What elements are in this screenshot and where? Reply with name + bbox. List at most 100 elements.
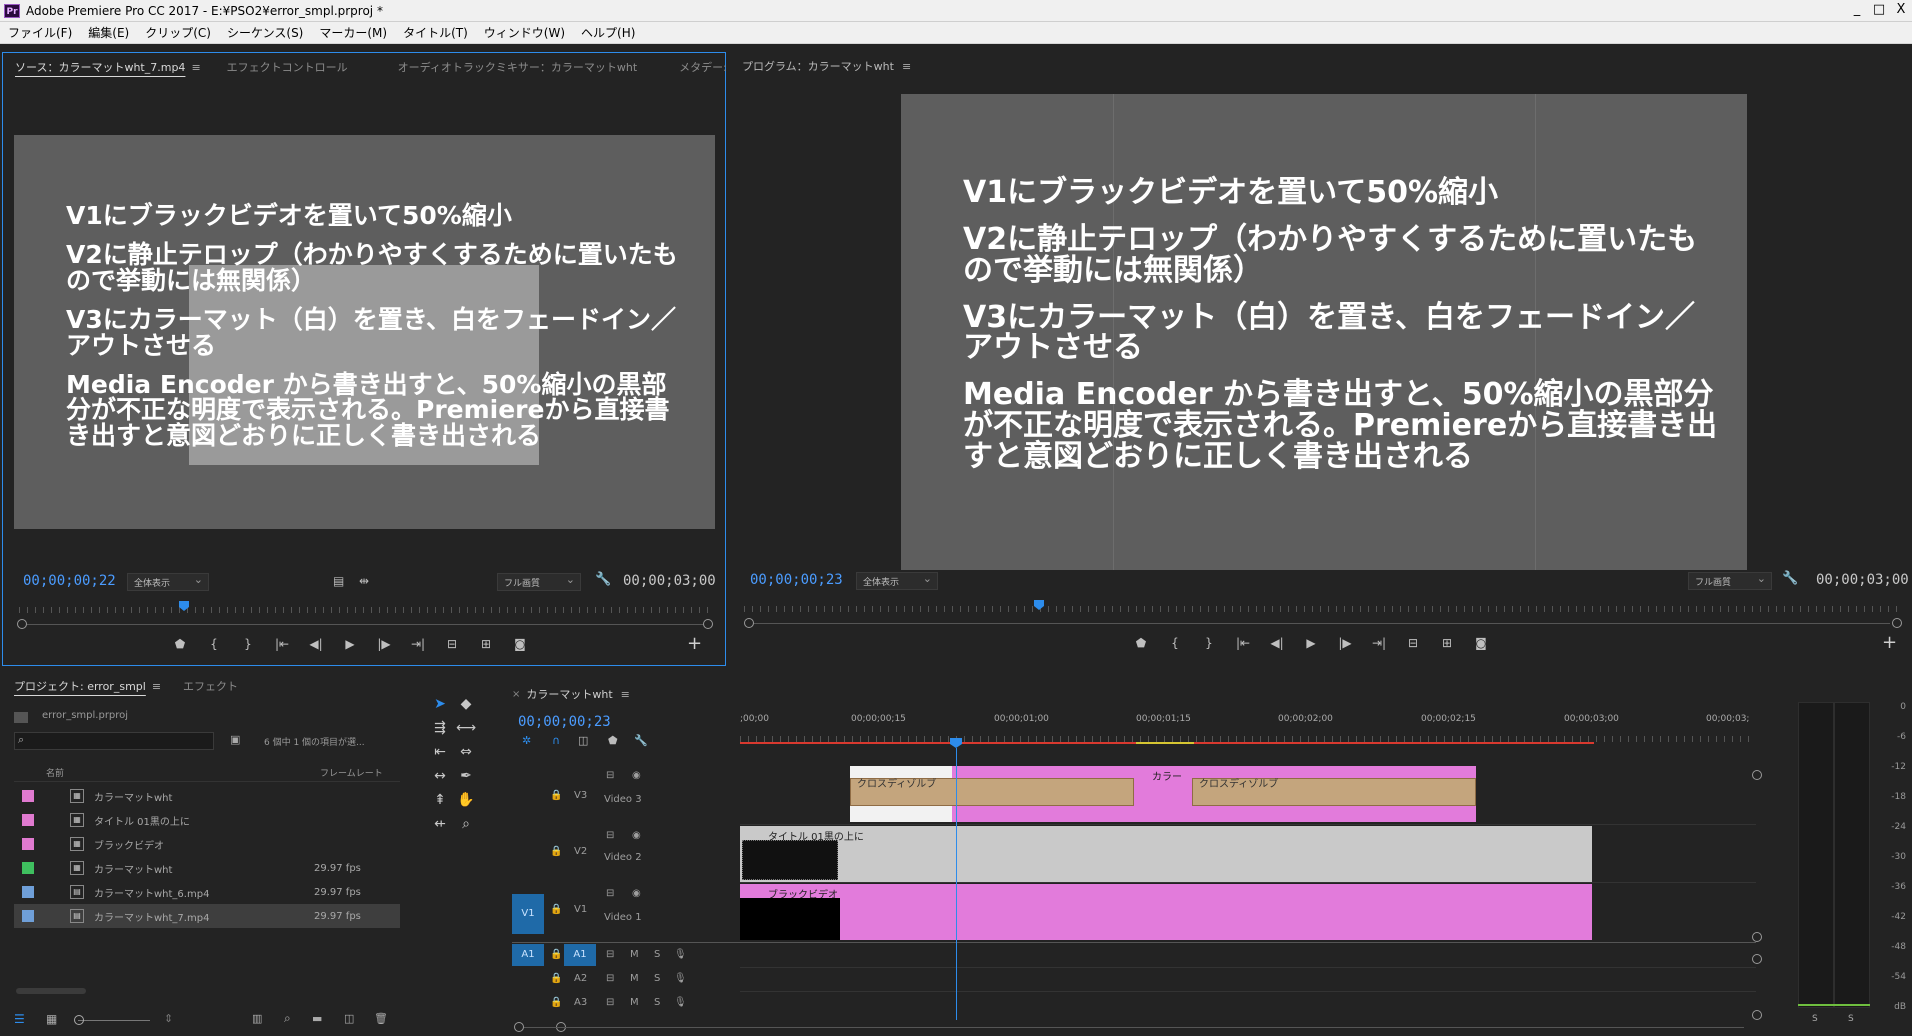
zoom-handle-right[interactable] xyxy=(703,619,713,629)
go-to-in-icon[interactable]: |⇤ xyxy=(1226,636,1260,650)
pen-tool-icon[interactable]: ✒ xyxy=(456,766,476,786)
timeline-settings-icon[interactable]: 🔧 xyxy=(634,734,648,747)
source-patch-a1[interactable]: A1 xyxy=(512,944,544,966)
horizontal-scrollbar[interactable] xyxy=(16,988,86,994)
track-id-a1[interactable]: A1 xyxy=(564,944,596,966)
zoom-handle-right[interactable] xyxy=(1892,618,1902,628)
mark-in-icon[interactable]: { xyxy=(1158,636,1192,650)
wrench-icon[interactable]: 🔧 xyxy=(595,572,611,587)
eye-icon[interactable]: ◉ xyxy=(632,830,641,841)
wrench-icon[interactable]: 🔧 xyxy=(1782,571,1798,586)
program-video-frame[interactable]: V1にブラックビデオを置いて50%縮小 V2に静止テロップ（わかりやすくするため… xyxy=(901,94,1747,570)
hand-tool-icon[interactable]: ✋ xyxy=(456,790,476,810)
solo-left-button[interactable]: S xyxy=(1812,1014,1818,1024)
extract-icon[interactable]: ⊞ xyxy=(1430,636,1464,650)
menu-sequence[interactable]: シーケンス(S) xyxy=(219,22,311,43)
clip-v1-black-video[interactable]: ブラックビデオ xyxy=(740,884,1592,940)
mute-button[interactable]: M xyxy=(630,973,639,984)
clip-v2-title[interactable]: タイトル 01黒の上に xyxy=(740,826,1592,882)
tab-effect-controls[interactable]: エフェクトコントロール xyxy=(215,59,360,75)
menu-help[interactable]: ヘルプ(H) xyxy=(573,22,643,43)
source-zoom-select[interactable]: 全体表示 xyxy=(127,573,209,591)
eye-icon[interactable]: ◉ xyxy=(632,888,641,899)
insert-icon[interactable]: ⊟ xyxy=(435,637,469,651)
sync-icon[interactable]: ⊟ xyxy=(606,888,614,899)
zoom-slider-handle[interactable] xyxy=(74,1015,84,1025)
maximize-button[interactable]: □ xyxy=(1868,0,1890,22)
project-item[interactable]: ▤ カラーマットwht_7.mp4 29.97 fps xyxy=(14,904,400,928)
new-bin-icon[interactable]: ▬ xyxy=(312,1012,322,1025)
h-scroll-left[interactable] xyxy=(514,1022,524,1032)
label-color-swatch[interactable] xyxy=(22,886,34,898)
automate-icon[interactable]: ▥ xyxy=(252,1012,262,1025)
lock-icon[interactable]: 🔒 xyxy=(550,904,562,915)
nest-icon[interactable]: ✲ xyxy=(522,734,531,747)
project-item[interactable]: ▦ カラーマットwht xyxy=(14,784,400,808)
program-time-ruler[interactable] xyxy=(744,596,1900,612)
sync-icon[interactable]: ⊟ xyxy=(606,830,614,841)
marker-icon[interactable]: ⬟ xyxy=(163,637,197,651)
source-time-ruler[interactable] xyxy=(19,597,709,613)
column-name[interactable]: 名前 xyxy=(46,766,64,779)
lock-icon[interactable]: 🔒 xyxy=(550,997,562,1008)
project-item[interactable]: ▦ ブラックビデオ xyxy=(14,832,400,856)
column-frame-rate[interactable]: フレームレート xyxy=(320,766,383,779)
menu-window[interactable]: ウィンドウ(W) xyxy=(476,22,573,43)
menu-clip[interactable]: クリップ(C) xyxy=(137,22,219,43)
step-back-icon[interactable]: ◀| xyxy=(1260,636,1294,650)
sort-icon[interactable]: ⇕ xyxy=(164,1012,173,1025)
slip-tool-icon[interactable]: ⇔ xyxy=(456,742,476,762)
transition-cross-dissolve-2[interactable]: クロスディゾルブ xyxy=(1192,778,1476,806)
rolling-edit-tool-icon[interactable]: ⇤ xyxy=(430,742,450,762)
eye-icon[interactable]: ◉ xyxy=(632,770,641,781)
slide-tool-icon[interactable]: ⇞ xyxy=(430,790,450,810)
label-color-swatch[interactable] xyxy=(22,910,34,922)
panel-menu-icon[interactable]: ≡ xyxy=(152,680,161,693)
find-icon[interactable]: ⌕ xyxy=(284,1011,291,1026)
camera-icon[interactable]: ◙ xyxy=(1464,636,1498,650)
list-view-icon[interactable]: ☰ xyxy=(14,1012,25,1026)
menu-edit[interactable]: 編集(E) xyxy=(80,22,137,43)
mic-icon[interactable]: 🎙 xyxy=(674,973,687,984)
label-color-swatch[interactable] xyxy=(22,862,34,874)
mark-out-icon[interactable]: } xyxy=(1192,636,1226,650)
v-scroll-low[interactable] xyxy=(1752,954,1762,964)
project-item[interactable]: ▤ カラーマットwht_6.mp4 29.97 fps xyxy=(14,880,400,904)
minimize-button[interactable]: _ xyxy=(1846,0,1868,22)
mic-icon[interactable]: 🎙 xyxy=(674,949,687,960)
sync-icon[interactable]: ⊟ xyxy=(606,973,614,984)
label-color-swatch[interactable] xyxy=(22,814,34,826)
timeline-playhead-head[interactable] xyxy=(950,738,962,748)
solo-right-button[interactable]: S xyxy=(1848,1014,1854,1024)
add-button-icon[interactable]: + xyxy=(1882,632,1897,653)
label-color-swatch[interactable] xyxy=(22,790,34,802)
project-item[interactable]: ▦ カラーマットwht 29.97 fps xyxy=(14,856,400,880)
go-to-in-icon[interactable]: |⇤ xyxy=(265,637,299,651)
lock-icon[interactable]: 🔒 xyxy=(550,949,562,960)
panel-menu-icon[interactable]: ≡ xyxy=(621,688,630,701)
sync-icon[interactable]: ⊟ xyxy=(606,949,614,960)
menu-marker[interactable]: マーカー(M) xyxy=(311,22,395,43)
menu-file[interactable]: ファイル(F) xyxy=(0,22,80,43)
panel-menu-icon[interactable]: ≡ xyxy=(191,61,200,74)
step-back-icon[interactable]: ◀| xyxy=(299,637,333,651)
panel-menu-icon[interactable]: ≡ xyxy=(902,60,911,73)
selection-tool-icon[interactable]: ➤ xyxy=(430,694,450,714)
mark-in-icon[interactable]: { xyxy=(197,637,231,651)
close-tab-icon[interactable]: × xyxy=(512,689,520,700)
new-bin-search-icon[interactable]: ▣ xyxy=(230,733,240,746)
project-item[interactable]: ▦ タイトル 01黒の上に xyxy=(14,808,400,832)
ripple-edit-tool-icon[interactable]: ⟷ xyxy=(456,718,476,738)
mark-out-icon[interactable]: } xyxy=(231,637,265,651)
tab-metadata[interactable]: メタデー: xyxy=(667,59,739,75)
drag-icon[interactable]: ⇹ xyxy=(359,574,369,588)
icon-view-icon[interactable]: ▦ xyxy=(46,1012,57,1026)
track-select-tool-icon[interactable]: ⇶ xyxy=(430,718,450,738)
solo-button[interactable]: S xyxy=(654,997,660,1008)
label-color-swatch[interactable] xyxy=(22,838,34,850)
add-marker-icon[interactable]: ⬟ xyxy=(608,734,618,747)
step-forward-icon[interactable]: |▶ xyxy=(367,637,401,651)
source-quality-select[interactable]: フル画質 xyxy=(497,573,581,591)
mute-button[interactable]: M xyxy=(630,949,639,960)
scroll-bar[interactable] xyxy=(27,624,703,625)
